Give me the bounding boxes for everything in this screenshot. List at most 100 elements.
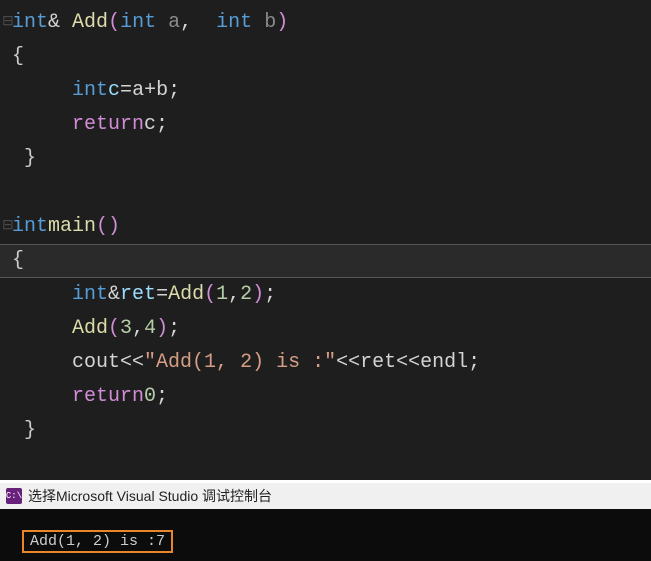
indent-guide [12, 380, 72, 414]
token-type: int [72, 74, 108, 108]
gutter [2, 147, 12, 171]
token-func: main [48, 210, 96, 244]
fold-icon[interactable]: ⊟ [2, 215, 12, 239]
token-type: int [72, 278, 108, 312]
console-output-highlight: Add(1, 2) is :7 [22, 530, 173, 553]
token: ; [156, 380, 168, 414]
code-line[interactable]: ⊟int main() [0, 210, 651, 244]
gutter [2, 385, 12, 409]
token-type: int [12, 6, 48, 40]
indent-guide [12, 142, 24, 176]
token [60, 6, 72, 40]
token-num: 2 [240, 278, 252, 312]
indent-guide [12, 346, 72, 380]
token: cout [72, 346, 120, 380]
code-line[interactable]: Add(3, 4); [0, 312, 651, 346]
code-line[interactable]: ⊟int& Add(int a, int b) [0, 6, 651, 40]
token-num: 1 [216, 278, 228, 312]
token: endl [420, 346, 468, 380]
code-line[interactable]: } [0, 414, 651, 448]
gutter [2, 317, 12, 341]
indent-guide [12, 414, 24, 448]
code-line[interactable]: return 0; [0, 380, 651, 414]
gutter [2, 351, 12, 375]
gutter [2, 283, 12, 307]
token-keyword: return [72, 380, 144, 414]
gutter [2, 249, 12, 273]
code-line[interactable]: int c = a + b; [0, 74, 651, 108]
gutter [2, 45, 12, 69]
code-line[interactable]: return c; [0, 108, 651, 142]
token-paren: ) [108, 210, 120, 244]
token-param: b [264, 6, 276, 40]
token: & [108, 278, 120, 312]
token-op: << [396, 346, 420, 380]
token-brace: } [24, 414, 36, 448]
token: ; [468, 346, 480, 380]
token-var: c [108, 74, 120, 108]
token [156, 6, 168, 40]
token: , [180, 6, 192, 40]
code-editor[interactable]: ⊟int& Add(int a, int b) { int c = a + b;… [0, 0, 651, 480]
token: , [132, 312, 144, 346]
token-brace: { [12, 40, 24, 74]
indent-guide [12, 74, 72, 108]
token-func: Add [72, 312, 108, 346]
code-line[interactable]: { [0, 40, 651, 74]
token-var: ret [120, 278, 156, 312]
token-paren: ) [252, 278, 264, 312]
token-brace: { [12, 244, 24, 278]
gutter [2, 79, 12, 103]
code-line[interactable]: } [0, 142, 651, 176]
token [252, 6, 264, 40]
gutter [2, 181, 12, 205]
token: & [48, 6, 60, 40]
token-keyword: return [72, 108, 144, 142]
token: a [132, 74, 144, 108]
code-line[interactable]: cout << "Add(1, 2) is :" << ret << endl; [0, 346, 651, 380]
token-string: "Add(1, 2) is :" [144, 346, 336, 380]
token: ; [264, 278, 276, 312]
token-op: << [336, 346, 360, 380]
token-paren: ( [204, 278, 216, 312]
token: b [156, 74, 168, 108]
token-brace: } [24, 142, 36, 176]
token-op: = [156, 278, 168, 312]
code-line[interactable] [0, 176, 651, 210]
terminal-icon: C:\ [6, 488, 22, 504]
token-paren: ) [276, 6, 288, 40]
token-paren: ( [96, 210, 108, 244]
token [192, 6, 216, 40]
code-line-active[interactable]: { [0, 244, 651, 278]
token: , [228, 278, 240, 312]
token-func: Add [168, 278, 204, 312]
token: ; [156, 108, 168, 142]
indent-guide [12, 108, 72, 142]
token-paren: ( [108, 312, 120, 346]
indent-guide [12, 312, 72, 346]
fold-icon[interactable]: ⊟ [2, 11, 12, 35]
token-num: 4 [144, 312, 156, 346]
token: c [144, 108, 156, 142]
token-paren: ) [156, 312, 168, 346]
token-num: 3 [120, 312, 132, 346]
token-num: 0 [144, 380, 156, 414]
token-paren: ( [108, 6, 120, 40]
token-op: << [120, 346, 144, 380]
token-type: int [120, 6, 156, 40]
token: ; [168, 74, 180, 108]
token-func: Add [72, 6, 108, 40]
token: ; [168, 312, 180, 346]
console-title-text: 选择Microsoft Visual Studio 调试控制台 [28, 486, 272, 506]
token: ret [360, 346, 396, 380]
token-op: = [120, 74, 132, 108]
console-output-area[interactable]: Add(1, 2) is :7 [0, 509, 651, 561]
token-op: + [144, 74, 156, 108]
indent-guide [12, 278, 72, 312]
console-titlebar[interactable]: C:\ 选择Microsoft Visual Studio 调试控制台 [0, 483, 651, 509]
gutter [2, 419, 12, 443]
token-param: a [168, 6, 180, 40]
code-line[interactable]: int& ret = Add(1, 2); [0, 278, 651, 312]
token-type: int [216, 6, 252, 40]
gutter [2, 113, 12, 137]
